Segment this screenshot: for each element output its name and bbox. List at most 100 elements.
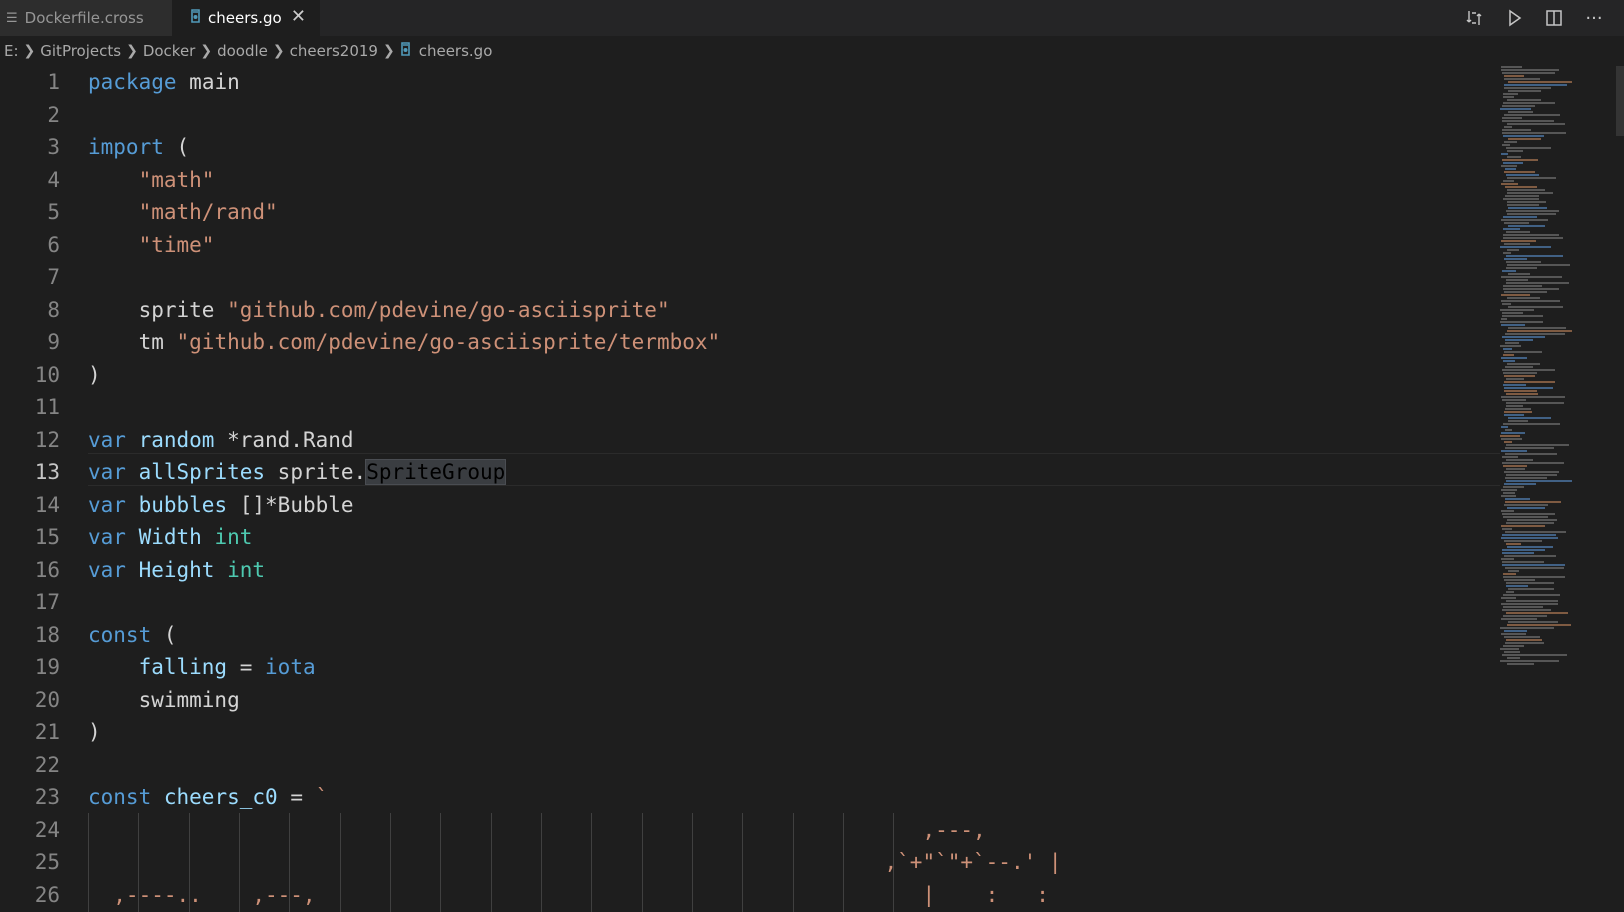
indent-guide <box>88 813 89 912</box>
breadcrumb-item-drive[interactable]: E: <box>4 42 19 60</box>
code-content[interactable]: package main import ( "math" "math/rand"… <box>88 66 1062 911</box>
code-line[interactable]: "time" <box>88 229 1062 262</box>
minimap-line <box>1504 471 1560 473</box>
code-line[interactable]: package main <box>88 66 1062 99</box>
chevron-right-icon: ❯ <box>126 43 138 59</box>
minimap-line <box>1507 264 1570 266</box>
code-line[interactable] <box>88 391 1062 424</box>
code-line[interactable]: var bubbles []*Bubble <box>88 489 1062 522</box>
minimap-line <box>1502 492 1515 494</box>
code-line[interactable]: const ( <box>88 619 1062 652</box>
minimap-line <box>1505 339 1534 341</box>
close-icon[interactable]: ✕ <box>291 6 306 27</box>
editor-actions: ··· <box>1454 0 1614 36</box>
code-line[interactable]: tm "github.com/pdevine/go-asciisprite/te… <box>88 326 1062 359</box>
minimap-line <box>1503 540 1542 542</box>
minimap-line <box>1507 663 1535 665</box>
indent-guide <box>239 813 240 912</box>
run-icon[interactable] <box>1494 0 1534 36</box>
code-line[interactable]: ,---, <box>88 814 1062 847</box>
code-token: "time" <box>138 232 215 257</box>
tab-cheers-go[interactable]: cheers.go ✕ <box>172 0 320 36</box>
code-line[interactable]: var Height int <box>88 554 1062 587</box>
code-line[interactable]: const cheers_c0 = ` <box>88 781 1062 814</box>
indent-guide <box>541 813 542 912</box>
minimap-line <box>1504 168 1517 170</box>
code-line[interactable]: var Width int <box>88 521 1062 554</box>
code-line[interactable]: var random *rand.Rand <box>88 424 1062 457</box>
code-line[interactable]: "math" <box>88 164 1062 197</box>
code-line[interactable]: ) <box>88 359 1062 392</box>
code-line[interactable] <box>88 261 1062 294</box>
code-token: = <box>277 785 316 809</box>
minimap-line <box>1507 123 1566 125</box>
minimap-line <box>1501 219 1548 221</box>
code-line[interactable]: ,----.. ,---, | : : <box>88 879 1062 912</box>
code-line[interactable]: import ( <box>88 131 1062 164</box>
minimap-line <box>1500 558 1515 560</box>
minimap-line <box>1501 276 1563 278</box>
code-line[interactable] <box>88 99 1062 132</box>
vertical-scrollbar[interactable] <box>1614 66 1624 912</box>
breadcrumb-item-docker[interactable]: Docker <box>143 42 196 60</box>
minimap-line <box>1505 531 1567 533</box>
code-line[interactable] <box>88 586 1062 619</box>
minimap-line <box>1506 582 1554 584</box>
code-line[interactable]: var allSprites sprite.SpriteGroup <box>88 456 1062 489</box>
minimap-line <box>1501 303 1511 305</box>
minimap-line <box>1502 360 1515 362</box>
line-number: 6 <box>47 232 60 257</box>
line-number: 13 <box>34 460 60 484</box>
indent-guide <box>189 813 190 912</box>
minimap-line <box>1502 216 1537 218</box>
code-line[interactable]: ) <box>88 716 1062 749</box>
code-line[interactable]: "math/rand" <box>88 196 1062 229</box>
code-line[interactable] <box>88 749 1062 782</box>
code-token: var <box>88 460 126 484</box>
minimap-line <box>1506 405 1523 407</box>
breadcrumb-item-cheers2019[interactable]: cheers2019 <box>290 42 378 60</box>
tab-dockerfile-cross[interactable]: ☰ Dockerfile.cross <box>0 0 172 36</box>
minimap-line <box>1502 348 1512 350</box>
go-file-icon <box>400 42 411 60</box>
minimap-line <box>1503 198 1540 200</box>
breadcrumb-item-gitprojects[interactable]: GitProjects <box>40 42 121 60</box>
minimap-line <box>1505 447 1554 449</box>
minimap-line <box>1500 648 1519 650</box>
minimap-line <box>1506 210 1559 212</box>
minimap-line <box>1504 186 1538 188</box>
scrollbar-thumb[interactable] <box>1616 66 1624 136</box>
code-editor[interactable]: 1 2 3 4 5 6 7 8 9 10 11 12 13 14 15 16 17 18 19 20 21 22 23 24 2… <box>0 66 1500 912</box>
minimap-line <box>1507 327 1567 329</box>
code-line[interactable]: sprite "github.com/pdevine/go-asciisprit… <box>88 294 1062 327</box>
code-token: ) <box>88 720 101 744</box>
more-actions-icon[interactable]: ··· <box>1574 0 1614 36</box>
code-line[interactable]: swimming <box>88 684 1062 717</box>
minimap-line <box>1503 384 1527 386</box>
minimap-line <box>1506 363 1541 365</box>
code-line[interactable]: falling = iota <box>88 651 1062 684</box>
breadcrumb-item-file[interactable]: cheers.go <box>419 42 493 60</box>
minimap-line <box>1505 642 1545 644</box>
indent-guide <box>793 813 794 912</box>
minimap-line <box>1503 288 1559 290</box>
minimap-line <box>1505 444 1569 446</box>
minimap-line <box>1501 432 1526 434</box>
minimap[interactable] <box>1500 66 1610 912</box>
code-token: = <box>227 655 266 679</box>
code-line[interactable]: ,`+"`"+`--.' | <box>88 846 1062 879</box>
breadcrumb-item-doodle[interactable]: doodle <box>217 42 268 60</box>
split-editor-icon[interactable] <box>1534 0 1574 36</box>
minimap-line <box>1502 120 1555 122</box>
open-changes-icon[interactable] <box>1454 0 1494 36</box>
minimap-line <box>1500 69 1560 71</box>
minimap-line <box>1504 504 1548 506</box>
minimap-line <box>1502 132 1566 134</box>
minimap-line <box>1505 585 1529 587</box>
minimap-line <box>1500 438 1523 440</box>
chevron-right-icon: ❯ <box>23 43 36 59</box>
chevron-right-icon: ❯ <box>272 43 285 59</box>
